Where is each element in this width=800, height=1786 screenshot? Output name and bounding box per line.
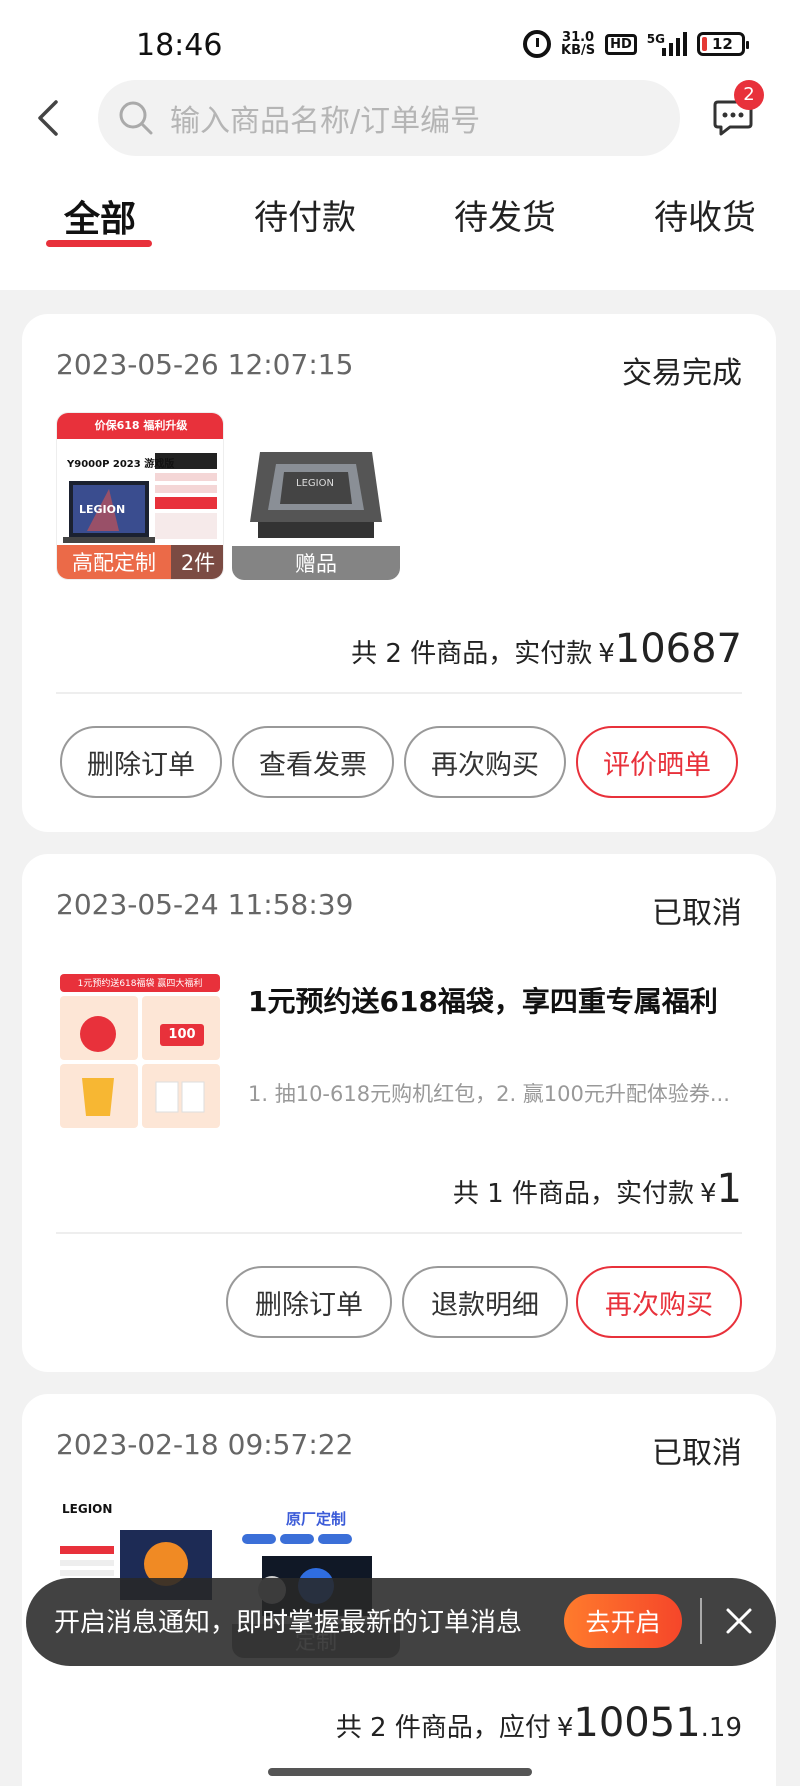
lucky-bag-image <box>56 970 224 1138</box>
status-bar: 18:46 31.0 KB/S HD 5G 12 <box>0 0 800 90</box>
hd-icon: HD <box>605 33 637 55</box>
coupon-value: 100 <box>168 1027 196 1042</box>
order-card[interactable]: 2023-05-24 11:58:39 已取消 1元预约送618福袋 赢四大福利… <box>22 854 776 1372</box>
notification-toast: 开启消息通知，即时掌握最新的订单消息 去开启 <box>26 1578 776 1666</box>
laptop-brand: LEGION <box>62 1502 113 1516</box>
enable-notification-button[interactable]: 去开启 <box>564 1594 682 1648</box>
order-status: 已取消 <box>652 896 742 931</box>
order-status: 已取消 <box>652 1436 742 1471</box>
status-time: 18:46 <box>136 28 223 63</box>
refund-details-button[interactable]: 退款明细 <box>402 1266 568 1338</box>
product-image-gift[interactable]: LEGION 赠品 <box>232 412 400 580</box>
promo-description: 1. 抽10-618元购机红包，2. 赢100元升配体验券... <box>248 1082 730 1106</box>
tab-pending-payment[interactable]: 待付款 <box>254 190 356 239</box>
order-summary: 共 2 件商品，应付 ¥ 10051 .19 <box>335 1700 742 1746</box>
order-amount: 10687 <box>614 626 742 672</box>
product-image-laptop[interactable]: 价保618 福利升级 Y9000P 2023 游戏版 LEGION 高配定制 2… <box>56 412 224 580</box>
net-speed: 31.0 KB/S <box>561 30 596 58</box>
delete-order-button[interactable]: 删除订单 <box>226 1266 392 1338</box>
divider <box>56 1232 742 1234</box>
home-indicator[interactable] <box>268 1768 532 1776</box>
delete-order-button[interactable]: 删除订单 <box>60 726 222 798</box>
order-card[interactable]: 2023-05-26 12:07:15 交易完成 价保618 福利升级 Y900… <box>22 314 776 832</box>
close-icon[interactable] <box>722 1604 756 1638</box>
toast-divider <box>700 1598 702 1644</box>
search-icon <box>119 101 153 135</box>
custom-title: 原厂定制 <box>285 1510 346 1528</box>
divider <box>56 692 742 694</box>
status-icons: 31.0 KB/S HD 5G 12 <box>523 30 749 58</box>
battery-icon: 12 <box>697 32 749 56</box>
tab-all[interactable]: 全部 <box>64 190 136 242</box>
laptop-banner: 价保618 福利升级 <box>94 419 188 432</box>
buy-again-button[interactable]: 再次购买 <box>404 726 566 798</box>
stand-brand: LEGION <box>296 478 334 489</box>
item-tag: 高配定制 <box>57 545 171 579</box>
back-arrow-icon[interactable] <box>34 98 64 138</box>
order-date: 2023-02-18 09:57:22 <box>56 1428 354 1461</box>
laptop-brand: LEGION <box>79 503 126 516</box>
item-count: 2件 <box>171 545 223 579</box>
promo-title[interactable]: 1元预约送618福袋，享四重专属福利 <box>248 980 718 1020</box>
order-summary: 共 1 件商品，实付款 ¥ 1 <box>452 1166 742 1212</box>
order-amount: 10051 <box>573 1700 701 1746</box>
tab-pending-receipt[interactable]: 待收货 <box>654 190 756 239</box>
order-tabs: 全部 待付款 待发货 待收货 <box>0 180 800 250</box>
buy-again-button[interactable]: 再次购买 <box>576 1266 742 1338</box>
promo-image[interactable]: 1元预约送618福袋 赢四大福利 100 <box>56 970 224 1138</box>
laptop-model: Y9000P 2023 游戏版 <box>67 459 175 470</box>
message-badge: 2 <box>734 80 764 110</box>
review-order-button[interactable]: 评价晒单 <box>576 726 738 798</box>
gift-tag: 赠品 <box>232 546 400 580</box>
order-status: 交易完成 <box>622 356 742 391</box>
toast-message: 开启消息通知，即时掌握最新的订单消息 <box>54 1608 523 1638</box>
order-date: 2023-05-26 12:07:15 <box>56 348 354 381</box>
tab-pending-shipment[interactable]: 待发货 <box>454 190 556 239</box>
view-invoice-button[interactable]: 查看发票 <box>232 726 394 798</box>
search-input[interactable]: 输入商品名称/订单编号 <box>98 80 680 156</box>
promo-image-banner: 1元预约送618福袋 赢四大福利 <box>77 979 203 989</box>
active-tab-indicator <box>46 240 152 247</box>
signal-icon: 5G <box>647 32 687 56</box>
search-placeholder: 输入商品名称/订单编号 <box>170 104 481 139</box>
order-amount: 1 <box>716 1166 742 1212</box>
order-summary: 共 2 件商品，实付款 ¥ 10687 <box>351 626 742 672</box>
alarm-icon <box>523 30 552 58</box>
order-date: 2023-05-24 11:58:39 <box>56 888 354 921</box>
